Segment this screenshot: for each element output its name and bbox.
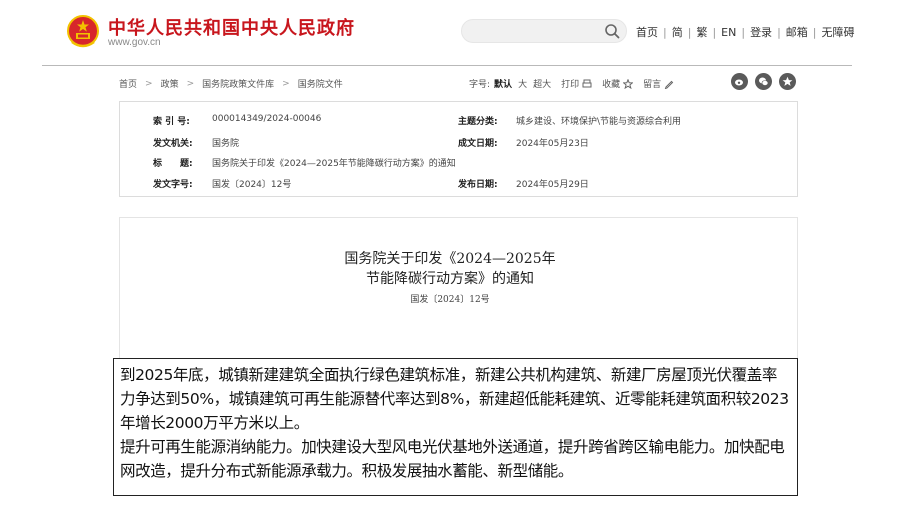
nav-accessibility[interactable]: 无障碍 <box>822 24 855 40</box>
font-size-label: 字号: <box>469 80 491 90</box>
search-icon[interactable] <box>604 23 620 39</box>
breadcrumb-chevron-icon: > <box>282 78 290 89</box>
document-title-line-2: 节能降碳行动方案》的通知 <box>366 271 534 287</box>
created-value: 2024年05月23日 <box>516 139 589 149</box>
nav-separator: | <box>712 25 717 39</box>
category-value[interactable]: 城乡建设、环境保护\节能与资源综合利用 <box>516 114 681 127</box>
pencil-icon <box>664 80 674 89</box>
nav-separator: | <box>812 25 817 39</box>
comment-label: 留言 <box>643 80 662 90</box>
nav-home[interactable]: 首页 <box>636 24 658 40</box>
article-tools: 字号: 默认 大 超大 打印 收藏 留言 <box>469 77 674 90</box>
issuer-value: 国务院 <box>212 139 240 149</box>
nav-separator: | <box>687 25 692 39</box>
index-value: 000014349/2024-00046 <box>212 114 322 124</box>
font-size-large[interactable]: 大 <box>518 77 527 90</box>
print-icon <box>582 79 592 87</box>
favorite-button[interactable]: 收藏 <box>602 77 634 90</box>
header-divider <box>42 65 852 66</box>
font-size-default[interactable]: 默认 <box>494 77 512 90</box>
breadcrumb-state-council-docs[interactable]: 国务院文件 <box>298 77 343 90</box>
nav-simplified[interactable]: 简 <box>672 24 683 40</box>
breadcrumb-chevron-icon: > <box>145 78 153 89</box>
issuer-label: 发文机关: <box>153 139 193 149</box>
docno-value: 国发〔2024〕12号 <box>212 180 292 190</box>
nav-separator: | <box>777 25 781 39</box>
search-input[interactable] <box>461 19 627 43</box>
document-title-line-1: 国务院关于印发《2024—2025年 <box>344 251 556 267</box>
nav-english[interactable]: EN <box>721 26 736 39</box>
nav-mail[interactable]: 邮箱 <box>786 24 808 40</box>
excerpt-paragraph-1: 到2025年底，城镇新建建筑全面执行绿色建筑标准，新建公共机构建筑、新建厂房屋顶… <box>120 366 789 432</box>
docno-label: 发文字号: <box>153 180 193 190</box>
title-value: 国务院关于印发《2024—2025年节能降碳行动方案》的通知 <box>212 159 456 169</box>
nav-login[interactable]: 登录 <box>750 24 772 40</box>
breadcrumb: 首页 > 政策 > 国务院政策文件库 > 国务院文件 <box>119 77 343 91</box>
document-info-table: 索 引 号: 000014349/2024-00046 主题分类: 城乡建设、环… <box>119 101 798 197</box>
title-label: 标 题: <box>153 159 193 169</box>
published-value: 2024年05月29日 <box>516 180 589 190</box>
nav-separator: | <box>663 25 667 39</box>
more-icon[interactable] <box>779 73 796 90</box>
excerpt-paragraph-2: 提升可再生能源消纳能力。加快建设大型风电光伏基地外送通道，提升跨省跨区输电能力。… <box>120 438 785 480</box>
document-number: 国发〔2024〕12号 <box>410 295 490 305</box>
published-label: 发布日期: <box>458 180 498 190</box>
nav-traditional[interactable]: 繁 <box>696 24 707 40</box>
wechat-icon[interactable] <box>755 73 772 90</box>
share-icons <box>731 73 796 90</box>
highlighted-excerpt: 到2025年底，城镇新建建筑全面执行绿色建筑标准，新建公共机构建筑、新建厂房屋顶… <box>113 358 798 496</box>
star-icon <box>623 78 634 89</box>
top-nav: 首页 | 简 | 繁 | EN | 登录 | 邮箱 | 无障碍 <box>636 24 855 40</box>
category-label: 主题分类: <box>458 117 498 127</box>
favorite-label: 收藏 <box>602 80 621 90</box>
breadcrumb-home[interactable]: 首页 <box>119 77 137 90</box>
breadcrumb-policy[interactable]: 政策 <box>161 77 179 90</box>
nav-separator: | <box>741 25 746 39</box>
breadcrumb-policy-library[interactable]: 国务院政策文件库 <box>202 77 274 90</box>
print-button[interactable]: 打印 <box>561 77 592 90</box>
national-emblem-icon[interactable] <box>66 14 100 50</box>
print-label: 打印 <box>561 80 580 90</box>
site-url: www.gov.cn <box>108 37 161 48</box>
breadcrumb-chevron-icon: > <box>186 78 195 89</box>
index-label: 索 引 号: <box>153 117 190 127</box>
weibo-icon[interactable] <box>731 73 748 90</box>
created-label: 成文日期: <box>458 139 498 149</box>
font-size-xlarge[interactable]: 超大 <box>533 77 551 90</box>
comment-button[interactable]: 留言 <box>643 77 674 90</box>
